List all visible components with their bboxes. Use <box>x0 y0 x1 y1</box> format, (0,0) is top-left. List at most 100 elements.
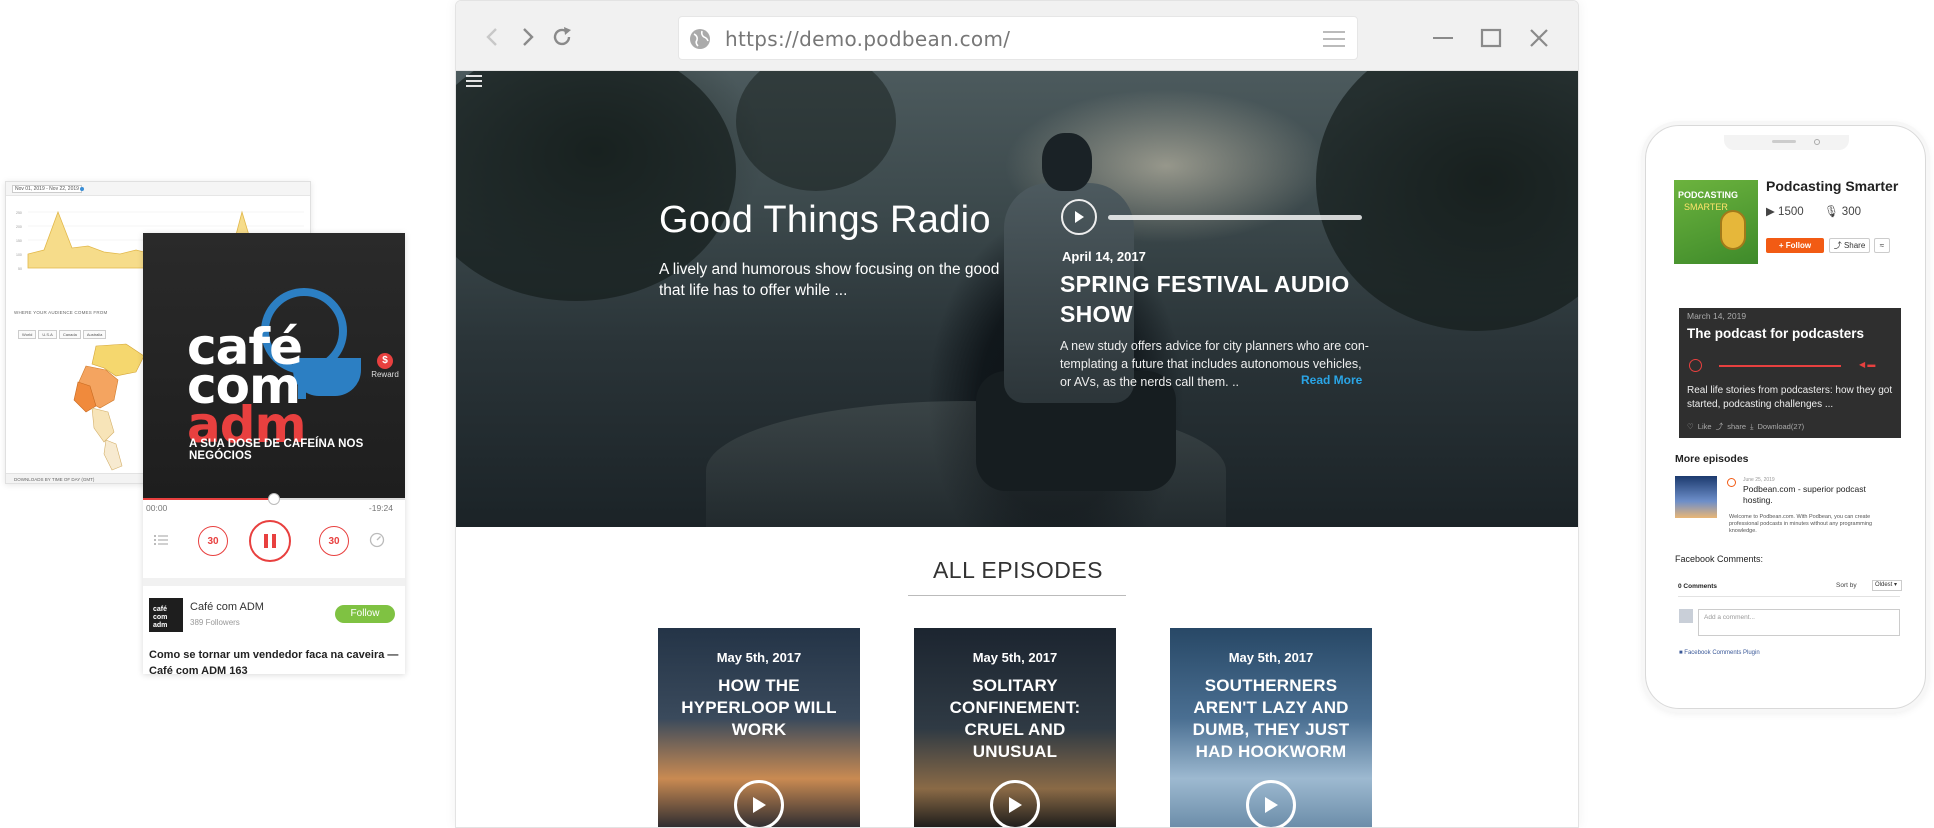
podcast-name[interactable]: Café com ADM <box>190 601 264 613</box>
close-icon <box>1530 29 1548 47</box>
rss-icon: ≈ <box>1879 241 1885 250</box>
reward-coin-icon: $ <box>377 353 393 369</box>
podcast-cover-art: café com adm A SUA DOSE DE CAFEÍNA NOS N… <box>143 233 405 498</box>
read-more-link[interactable]: Read More <box>1301 373 1362 387</box>
minimize-button[interactable] <box>1428 23 1458 53</box>
episode-description: Real life stories from podcasters: how t… <box>1687 385 1893 410</box>
hamburger-menu-icon[interactable] <box>466 75 482 87</box>
reload-icon <box>553 27 571 46</box>
reload-button[interactable] <box>548 23 576 51</box>
comment-input[interactable]: Add a comment... <box>1698 609 1900 636</box>
hero-play-button[interactable] <box>1061 199 1097 235</box>
tab-usa[interactable]: U.S.A <box>38 330 57 339</box>
phone-mockup: PODCASTING SMARTER Podcasting Smarter ▶ … <box>1645 125 1926 709</box>
speedometer-icon <box>369 532 385 548</box>
stage: Nov 01, 2019 - Nov 22, 2019 250 200 150 100… <box>0 0 1934 828</box>
browser-toolbar: https://demo.podbean.com/ <box>456 1 1578 71</box>
episode-card[interactable]: May 5th, 2017 SOUTHERNERS AREN'T LAZY AN… <box>1170 628 1372 827</box>
info-icon <box>80 187 84 191</box>
episode-card[interactable]: May 5th, 2017 HOW THE HYPERLOOP WILL WOR… <box>658 628 860 827</box>
episode-card-date: May 5th, 2017 <box>716 650 802 665</box>
artwork-text-podcasting: PODCASTING <box>1678 190 1739 200</box>
episode-card[interactable]: May 5th, 2017 SOLITARY CONFINEMENT: CRUE… <box>914 628 1116 827</box>
hero-progress-track[interactable] <box>1108 215 1362 220</box>
play-icon <box>1075 211 1084 223</box>
globe-icon <box>690 29 710 49</box>
time-elapsed: 00:00 <box>146 503 168 513</box>
chevron-right-icon <box>523 28 534 46</box>
play-icon[interactable] <box>1727 478 1736 487</box>
camera-icon <box>1814 139 1820 145</box>
url-text: https://demo.podbean.com/ <box>725 27 1011 51</box>
podcast-name[interactable]: Podcasting Smarter <box>1766 178 1898 194</box>
artwork-text-smarter: SMARTER <box>1684 202 1728 212</box>
facebook-plugin-link[interactable]: ■ Facebook Comments Plugin <box>1679 650 1760 656</box>
episode-play-button[interactable] <box>990 780 1040 827</box>
reader-menu-icon[interactable] <box>1323 30 1345 48</box>
section-divider <box>143 578 405 586</box>
microphone-icon <box>1720 210 1746 250</box>
episode-title[interactable]: The podcast for podcasters <box>1687 326 1864 341</box>
time-remaining: -19:24 <box>368 503 393 513</box>
mobile-player-card: café com adm A SUA DOSE DE CAFEÍNA NOS N… <box>143 233 405 674</box>
speed-button[interactable] <box>367 530 387 550</box>
volume-icon[interactable]: ◀ ▬ <box>1859 360 1875 369</box>
play-icon <box>1265 797 1278 813</box>
play-triangle-icon: ▶ <box>1766 206 1779 218</box>
show-title: Good Things Radio <box>659 199 991 241</box>
featured-episode-title[interactable]: SPRING FESTIVAL AUDIO SHOW <box>1060 269 1370 329</box>
maximize-icon <box>1480 28 1502 48</box>
svg-text:100: 100 <box>16 253 22 257</box>
mic-icon: 🎙 <box>1824 206 1842 218</box>
reward-button[interactable]: $ Reward <box>366 351 404 389</box>
sort-label: Sort by <box>1836 582 1857 589</box>
back-button[interactable] <box>478 23 506 51</box>
playlist-button[interactable] <box>151 530 171 550</box>
episode-thumbnail[interactable] <box>1675 476 1717 518</box>
podcast-thumbnail[interactable]: café com adm <box>149 598 183 632</box>
rss-button[interactable]: ≈ <box>1874 238 1890 253</box>
episode-card-title: SOUTHERNERS AREN'T LAZY AND DUMB, THEY J… <box>1192 676 1350 761</box>
address-bar[interactable]: https://demo.podbean.com/ <box>678 16 1358 60</box>
tab-world[interactable]: World <box>18 330 37 339</box>
episode-card-title: SOLITARY CONFINEMENT: CRUEL AND UNUSUAL <box>949 676 1081 761</box>
like-count: 🎙 300 <box>1824 206 1861 218</box>
podcast-artwork[interactable]: PODCASTING SMARTER <box>1674 180 1758 264</box>
reward-label: Reward <box>371 370 399 379</box>
progress-track[interactable] <box>1719 365 1841 367</box>
heading-underline <box>908 595 1126 596</box>
comment-count: 0 Comments <box>1678 583 1718 590</box>
list-icon <box>154 535 168 545</box>
episode-title[interactable]: Como se tornar um vendedor faca na cavei… <box>149 647 399 674</box>
episode-actions[interactable]: ♡ Like ⤴ share ⤓ Download(27) <box>1687 421 1804 432</box>
play-icon <box>1009 797 1022 813</box>
audience-map <box>73 343 145 471</box>
phone-notch <box>1724 135 1849 150</box>
play-count: ▶ 1500 <box>1766 206 1804 218</box>
tab-australia[interactable]: Australia <box>82 330 107 339</box>
episode-play-button[interactable] <box>1246 780 1296 827</box>
play-button[interactable] <box>1689 359 1702 372</box>
episode-player-card: March 14, 2019 The podcast for podcaster… <box>1679 308 1901 438</box>
tab-canada[interactable]: Canada <box>58 330 81 339</box>
map-tabs: World U.S.A Canada Australia <box>18 330 107 339</box>
hero-banner: Good Things Radio A lively and humorous … <box>456 71 1578 527</box>
share-button[interactable]: ⤴ Share <box>1829 238 1870 253</box>
close-button[interactable] <box>1524 23 1554 53</box>
more-episode-title[interactable]: Podbean.com - superior podcast hosting. <box>1743 484 1893 506</box>
sort-select[interactable]: Oldest ▾ <box>1872 580 1902 591</box>
more-episode-date: June 25, 2019 <box>1743 477 1775 483</box>
pause-button[interactable] <box>249 520 291 562</box>
progress-fill <box>143 498 274 500</box>
episode-play-button[interactable] <box>734 780 784 827</box>
skip-forward-button[interactable]: 30 <box>319 526 349 556</box>
maximize-button[interactable] <box>1476 23 1506 53</box>
followers-count: 389 Followers <box>190 618 240 627</box>
follow-button[interactable]: Follow <box>335 605 395 623</box>
skip-back-button[interactable]: 30 <box>198 526 228 556</box>
follow-button[interactable]: + Follow <box>1766 238 1824 253</box>
progress-handle[interactable] <box>268 493 280 505</box>
forward-button[interactable] <box>514 23 542 51</box>
date-range-select[interactable]: Nov 01, 2019 - Nov 22, 2019 <box>12 185 82 193</box>
analytics-toolbar: Nov 01, 2019 - Nov 22, 2019 <box>6 182 310 196</box>
